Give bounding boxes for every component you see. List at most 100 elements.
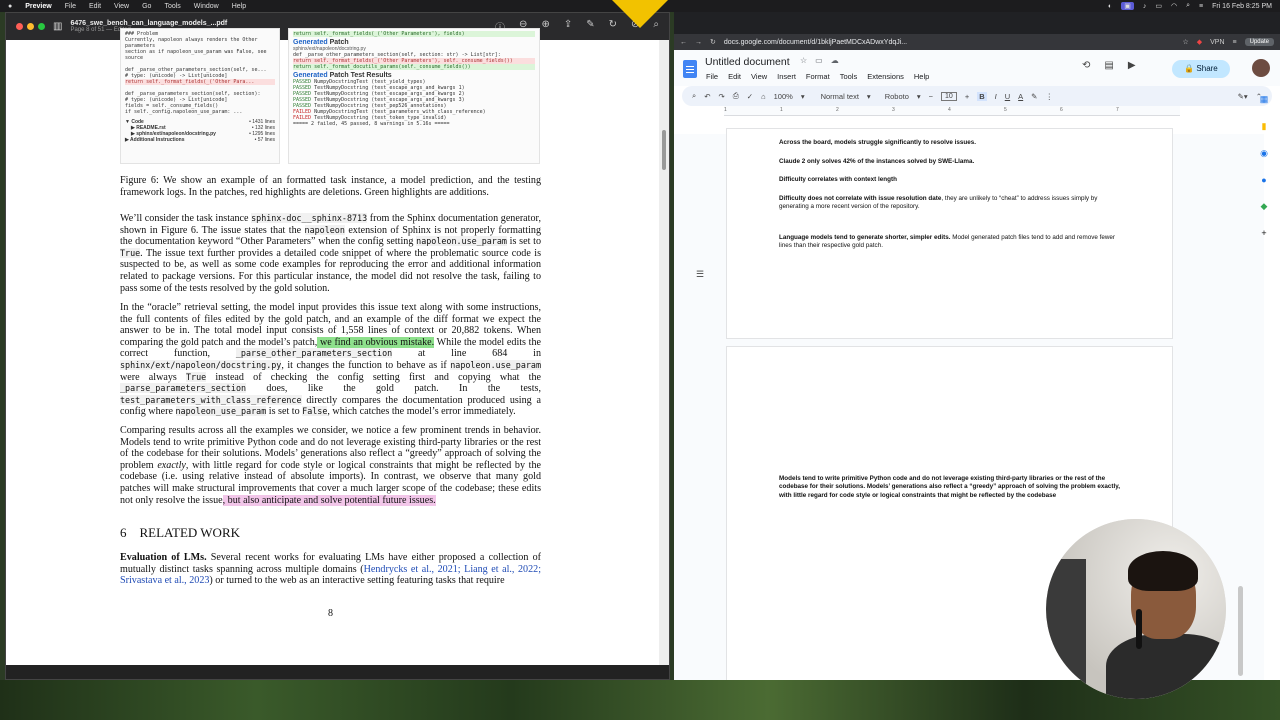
zoom-button[interactable]	[38, 23, 45, 30]
more-icon[interactable]: ⋮	[1045, 92, 1053, 101]
docs-menu-file[interactable]: File	[706, 72, 718, 81]
pdf-scrollbar[interactable]	[659, 40, 669, 665]
docs-menu-format[interactable]: Format	[806, 72, 830, 81]
update-button[interactable]: Update	[1244, 38, 1274, 46]
clock[interactable]: Fri 16 Feb 8:25 PM	[1212, 3, 1272, 10]
docs-scrollbar[interactable]	[1238, 586, 1243, 676]
text-color-icon[interactable]: A	[1018, 92, 1023, 101]
menu-help[interactable]: Help	[232, 3, 246, 10]
bold-icon[interactable]: B	[977, 91, 987, 101]
battery-icon[interactable]: ▭	[1155, 2, 1162, 10]
meet-icon[interactable]: ▶	[1128, 60, 1136, 71]
minimize-button[interactable]	[27, 23, 34, 30]
chevron-down-icon[interactable]: ▾	[917, 92, 921, 101]
doc-line[interactable]: Across the board, models struggle signif…	[779, 139, 1124, 147]
ruler-tick-label: 5	[1004, 107, 1007, 113]
sidebar-toggle-icon[interactable]: ▥	[53, 21, 62, 32]
avatar[interactable]	[1252, 59, 1270, 77]
docs-menu-view[interactable]: View	[751, 72, 767, 81]
share-button[interactable]: 🔒 Share	[1172, 60, 1230, 78]
docs-logo-icon[interactable]	[683, 60, 697, 78]
tasks-icon[interactable]: ◉	[1260, 148, 1268, 159]
comments-icon[interactable]: ▤	[1104, 60, 1113, 71]
highlight-icon[interactable]: ✎	[1031, 92, 1037, 101]
font-size-increase-icon[interactable]: +	[965, 92, 969, 101]
spellcheck-icon[interactable]: ✓	[747, 92, 753, 101]
zoom-in-icon[interactable]: ⊕	[541, 19, 549, 34]
window-controls	[16, 23, 45, 30]
search-icon[interactable]: ⌕	[1186, 2, 1190, 10]
history-icon[interactable]: ⟲	[1082, 60, 1090, 71]
forward-icon[interactable]: →	[695, 39, 702, 46]
doc-line[interactable]: Difficulty correlates with context lengt…	[779, 176, 1124, 184]
ruler-tick-label: 6	[1060, 107, 1063, 113]
menu-view[interactable]: View	[114, 3, 129, 10]
print-icon[interactable]: ⎙	[733, 91, 739, 101]
ruler-tick-label: 4	[948, 107, 951, 113]
search-menus-icon[interactable]: ⌕	[692, 91, 696, 101]
calendar-icon[interactable]: ▦	[1260, 94, 1269, 105]
menu-dots-icon[interactable]: ≡	[1233, 39, 1237, 46]
paint-format-icon[interactable]: ⌂	[761, 92, 766, 101]
docs-menu-extensions[interactable]: Extensions	[867, 72, 904, 81]
docs-menu-help[interactable]: Help	[914, 72, 929, 81]
contacts-icon[interactable]: ●	[1261, 175, 1266, 185]
cloud-status-icon[interactable]: ☁	[831, 56, 839, 65]
editing-mode-icon[interactable]: ✎▾	[1238, 92, 1248, 101]
green-highlight[interactable]: we find an obvious mistake.	[317, 336, 435, 348]
status-icon[interactable]: ◐	[1108, 3, 1112, 10]
chevron-down-icon[interactable]: ▾	[801, 92, 805, 101]
menu-go[interactable]: Go	[142, 3, 151, 10]
font-select[interactable]: Roboto	[885, 92, 909, 101]
menu-file[interactable]: File	[65, 3, 76, 10]
zoom-select[interactable]: 100%	[774, 92, 793, 101]
move-folder-icon[interactable]: ▭	[815, 56, 823, 65]
style-select[interactable]: Normal text	[821, 92, 859, 101]
italic-icon[interactable]: I	[995, 92, 997, 101]
doc-line[interactable]: Difficulty does not correlate with issue…	[779, 195, 1124, 212]
volume-icon[interactable]: ♪	[1143, 3, 1147, 10]
scrollbar-thumb[interactable]	[662, 130, 666, 170]
chevron-down-icon[interactable]: ▾	[867, 92, 871, 101]
apple-menu-icon[interactable]: ●	[8, 3, 12, 10]
share-icon[interactable]: ⇪	[564, 19, 572, 34]
doc-line[interactable]: Models tend to write primitive Python co…	[779, 475, 1124, 500]
docs-menu-edit[interactable]: Edit	[728, 72, 741, 81]
ruler[interactable]: 1 1 2 3 4 5 6 7	[724, 106, 1180, 116]
star-icon[interactable]: ☆	[800, 56, 807, 65]
screen-record-icon[interactable]: ▣	[1121, 2, 1134, 10]
menu-app-name[interactable]: Preview	[25, 3, 51, 10]
font-size-decrease-icon[interactable]: −	[929, 92, 933, 101]
keep-icon[interactable]: ▮	[1262, 121, 1267, 132]
bookmark-star-icon[interactable]: ☆	[1182, 38, 1188, 46]
vpn-label[interactable]: VPN	[1210, 39, 1224, 46]
docs-menu-tools[interactable]: Tools	[840, 72, 858, 81]
maps-icon[interactable]: ◆	[1261, 201, 1268, 212]
document-title[interactable]: 6476_swe_bench_can_language_models_...pd…	[70, 20, 227, 27]
back-icon[interactable]: ←	[680, 39, 687, 46]
tree-item[interactable]: ▶ Additional Instructions • 57 lines	[125, 137, 275, 143]
undo-icon[interactable]: ↶	[704, 92, 710, 101]
menu-edit[interactable]: Edit	[89, 3, 101, 10]
outline-icon[interactable]: ☰	[696, 269, 704, 280]
markup-icon[interactable]: ✎	[586, 19, 594, 34]
control-center-icon[interactable]: ≡	[1199, 3, 1203, 10]
pink-highlight[interactable]: , but also anticipate and solve potentia…	[222, 494, 436, 506]
close-button[interactable]	[16, 23, 23, 30]
docs-menu-insert[interactable]: Insert	[777, 72, 796, 81]
docs-page-1[interactable]: Across the board, models struggle signif…	[726, 128, 1173, 339]
menu-window[interactable]: Window	[194, 3, 219, 10]
docs-title[interactable]: Untitled document	[705, 56, 790, 68]
redo-icon[interactable]: ↷	[719, 92, 725, 101]
doc-line[interactable]: Language models tend to generate shorter…	[779, 234, 1124, 251]
add-icon[interactable]: +	[1261, 228, 1266, 238]
underline-icon[interactable]: U	[1005, 92, 1010, 101]
wifi-icon[interactable]: ◠	[1171, 2, 1177, 10]
url-field[interactable]: docs.google.com/document/d/1bkljPaetMDCx…	[724, 39, 1175, 46]
reload-icon[interactable]: ↻	[710, 38, 716, 46]
doc-line[interactable]: Claude 2 only solves 42% of the instance…	[779, 158, 1124, 166]
extension-icon[interactable]: ◆	[1197, 38, 1202, 46]
menu-tools[interactable]: Tools	[164, 3, 180, 10]
font-size-input[interactable]: 10	[941, 91, 957, 101]
address-bar: ← → ↻ docs.google.com/document/d/1bkljPa…	[674, 34, 1280, 50]
